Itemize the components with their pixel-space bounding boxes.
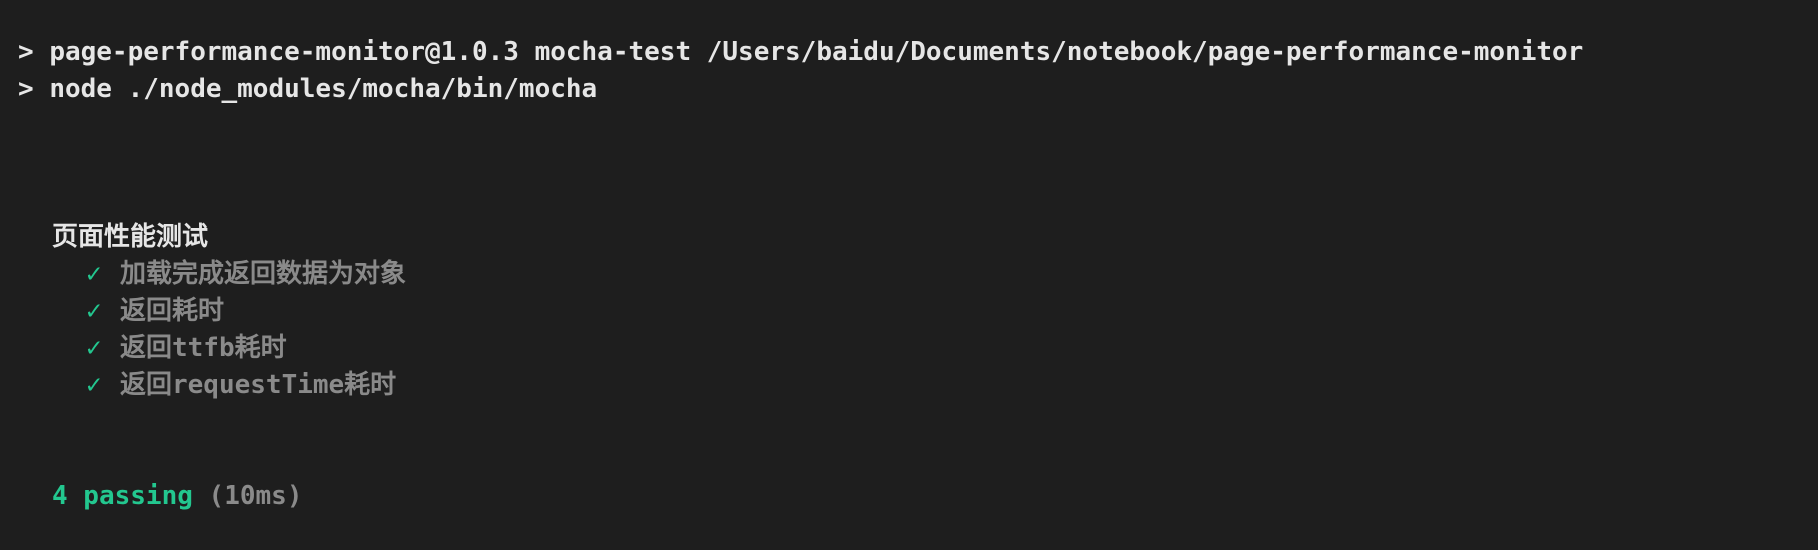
check-icon: ✓ — [86, 333, 102, 363]
check-icon: ✓ — [86, 370, 102, 400]
command-text-2: node ./node_modules/mocha/bin/mocha — [49, 74, 598, 104]
duration-text: (10ms) — [208, 481, 303, 511]
prompt-symbol: > — [18, 74, 50, 104]
check-icon: ✓ — [86, 259, 102, 289]
terminal-window: > page-performance-monitor@1.0.3 mocha-t… — [0, 0, 1818, 550]
command-line-1: > page-performance-monitor@1.0.3 mocha-t… — [18, 34, 1818, 71]
test-result-row: ✓ 返回requestTime耗时 — [18, 367, 1818, 404]
output-spacer — [18, 108, 1818, 219]
test-label: 加载完成返回数据为对象 — [120, 259, 407, 289]
passing-count: 4 passing — [52, 481, 193, 511]
command-line-2: > node ./node_modules/mocha/bin/mocha — [18, 71, 1818, 108]
test-label: 返回耗时 — [120, 296, 225, 326]
suite-title: 页面性能测试 — [52, 222, 209, 252]
test-summary: 4 passing (10ms) — [18, 478, 1818, 515]
check-icon: ✓ — [86, 296, 102, 326]
command-text-1: page-performance-monitor@1.0.3 mocha-tes… — [49, 37, 1584, 67]
test-result-row: ✓ 加载完成返回数据为对象 — [18, 256, 1818, 293]
test-label: 返回ttfb耗时 — [120, 333, 287, 363]
summary-spacer — [18, 404, 1818, 478]
prompt-symbol: > — [18, 37, 50, 67]
test-result-row: ✓ 返回ttfb耗时 — [18, 330, 1818, 367]
test-label: 返回requestTime耗时 — [120, 370, 397, 400]
test-result-row: ✓ 返回耗时 — [18, 293, 1818, 330]
